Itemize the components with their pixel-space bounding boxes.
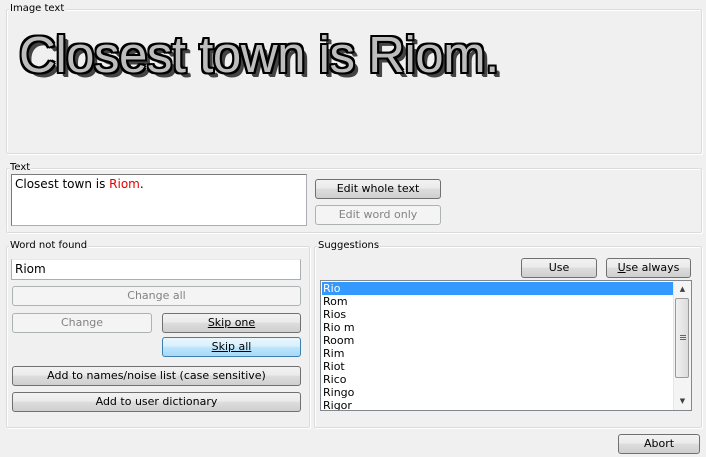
scroll-up-icon[interactable]: ▲: [674, 281, 691, 298]
text-group-label: Text: [9, 162, 32, 174]
grip-line-3: [680, 339, 686, 340]
word-input[interactable]: Riom: [11, 259, 301, 280]
suggestion-item[interactable]: Rios: [322, 308, 673, 321]
suggestions-list[interactable]: Rio Rom Rios Rio m Room Rim Riot Rico Ringo Rigor…: [320, 280, 692, 411]
use-always-rest: se always: [625, 261, 680, 274]
image-text-group: Image text Closest town is Riom.: [6, 3, 702, 154]
edit-whole-text-button[interactable]: Edit whole text: [315, 179, 441, 199]
skip-all-button[interactable]: Skip all: [162, 337, 301, 357]
suggestions-label: Suggestions: [317, 240, 381, 252]
grip-line-1: [680, 335, 686, 336]
use-button[interactable]: Use: [521, 258, 597, 278]
suggestion-item[interactable]: Rico: [322, 373, 673, 386]
list-scrollbar[interactable]: ▲ ▼: [673, 281, 691, 410]
word-not-found-label: Word not found: [9, 240, 89, 252]
suggestion-item[interactable]: Ringo: [322, 386, 673, 399]
suggestion-item[interactable]: Rim: [322, 347, 673, 360]
suggestion-item[interactable]: Rio m: [322, 321, 673, 334]
scroll-thumb[interactable]: [675, 298, 689, 378]
use-always-button[interactable]: Use always: [606, 258, 691, 278]
text-preview-line: Closest town is Riom.: [15, 177, 144, 191]
text-before: Closest town is: [15, 177, 110, 191]
text-after: .: [139, 177, 144, 191]
highlighted-word: Riom: [109, 177, 140, 191]
suggestion-item[interactable]: Riot: [322, 360, 673, 373]
suggestion-item[interactable]: Rio: [322, 282, 673, 295]
change-button[interactable]: Change: [12, 313, 152, 333]
change-all-button[interactable]: Change all: [12, 286, 301, 306]
use-always-u: U: [617, 261, 626, 274]
scroll-down-icon[interactable]: ▼: [674, 393, 691, 410]
skip-one-label: Skip one: [207, 316, 256, 329]
image-text-label: Image text: [9, 3, 66, 15]
abort-button[interactable]: Abort: [618, 434, 700, 454]
edit-word-only-button[interactable]: Edit word only: [315, 205, 441, 225]
suggestion-item[interactable]: Rom: [322, 295, 673, 308]
skip-all-label: Skip all: [211, 340, 252, 353]
image-text-preview: Closest town is Riom.: [19, 26, 499, 83]
skip-one-button[interactable]: Skip one: [162, 313, 301, 333]
suggestion-item[interactable]: Room: [322, 334, 673, 347]
text-preview-box[interactable]: Closest town is Riom.: [11, 174, 307, 226]
suggestion-item[interactable]: Rigor: [322, 399, 673, 410]
add-to-user-dictionary-button[interactable]: Add to user dictionary: [12, 392, 301, 412]
add-to-names-noise-button[interactable]: Add to names/noise list (case sensitive): [12, 366, 301, 386]
grip-line-2: [680, 337, 686, 338]
